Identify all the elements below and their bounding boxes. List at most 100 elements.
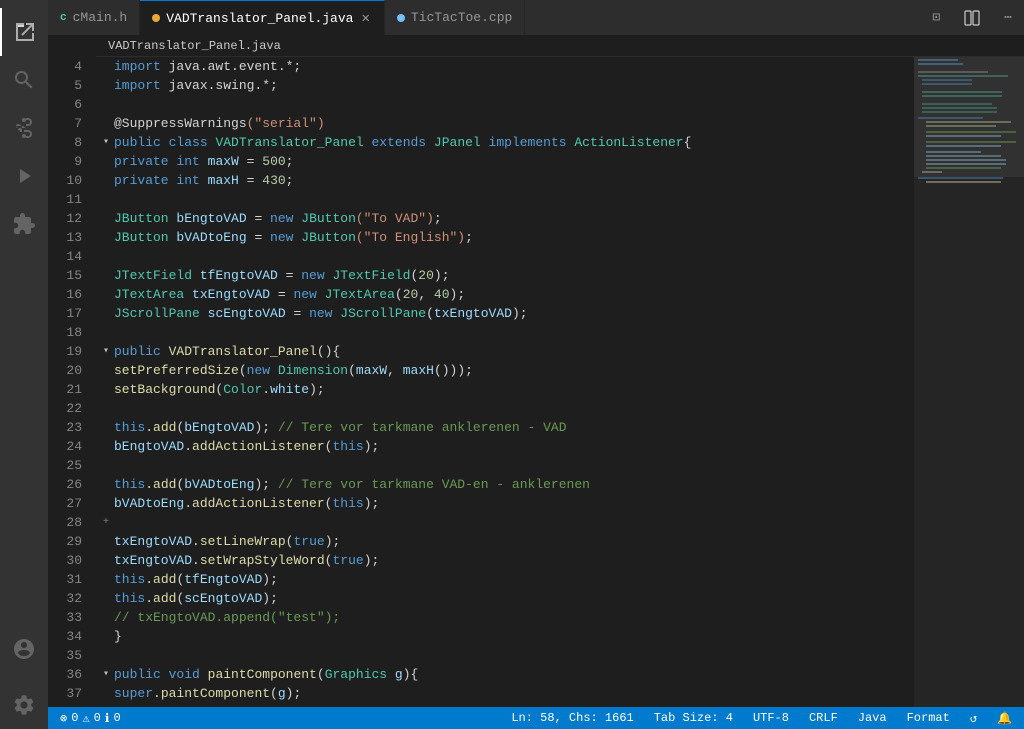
line-number: 14: [60, 247, 82, 266]
code-line: private int maxW = 500;: [98, 152, 914, 171]
token-punct: [161, 342, 169, 361]
token-punct: (: [395, 285, 403, 304]
line-number: 17: [60, 304, 82, 323]
code-line: import java.awt.event.*;: [98, 57, 914, 76]
tab-cMain[interactable]: c cMain.h: [48, 0, 140, 35]
position-text: Ln: 58, Chs: 1661: [511, 711, 633, 725]
token-var: bEngtoVAD: [176, 209, 246, 228]
token-punct: (: [239, 361, 247, 380]
more-actions-icon[interactable]: ⋯: [992, 0, 1024, 35]
activity-run[interactable]: [0, 152, 48, 200]
token-var: txEngtoVAD: [192, 285, 270, 304]
token-punct: );: [254, 418, 277, 437]
token-punct: ;: [286, 152, 294, 171]
activity-account[interactable]: [0, 625, 48, 673]
token-punct: (: [410, 266, 418, 285]
line-number: 16: [60, 285, 82, 304]
line-number: 33: [60, 608, 82, 627]
token-punct: ,: [387, 361, 403, 380]
token-str: ("serial"): [247, 114, 325, 133]
code-line: JButton bEngtoVAD = new JButton("To VAD"…: [98, 209, 914, 228]
token-kw: this: [114, 589, 145, 608]
token-fn: setPreferredSize: [114, 361, 239, 380]
token-punct: (: [176, 570, 184, 589]
token-kw: this: [332, 494, 363, 513]
token-punct: .: [184, 494, 192, 513]
token-punct: (){: [317, 342, 340, 361]
status-sync[interactable]: ↺: [966, 711, 981, 726]
token-punct: ){: [403, 665, 419, 684]
code-line: ▾public void paintComponent(Graphics g){: [98, 665, 914, 684]
fold-icon[interactable]: ▾: [98, 665, 114, 684]
token-kw: implements: [489, 133, 567, 152]
token-var: txEngtoVAD: [434, 304, 512, 323]
split-editor-icon[interactable]: [952, 0, 992, 35]
token-var: maxW: [208, 152, 239, 171]
status-language[interactable]: Java: [854, 711, 891, 725]
code-line: [98, 399, 914, 418]
token-kw: public: [114, 665, 161, 684]
token-fn: setLineWrap: [200, 532, 286, 551]
encoding-text: UTF-8: [753, 711, 789, 725]
token-punct: );: [309, 380, 325, 399]
activity-search[interactable]: [0, 56, 48, 104]
minimap[interactable]: [914, 57, 1024, 707]
token-punct: javax.swing.*;: [161, 76, 278, 95]
token-fn: VADTranslator_Panel: [169, 342, 317, 361]
token-var: txEngtoVAD: [114, 532, 192, 551]
token-num: 40: [434, 285, 450, 304]
remote-icon[interactable]: ⊡: [920, 0, 952, 35]
status-format[interactable]: Format: [903, 711, 954, 725]
token-punct: );: [325, 532, 341, 551]
activity-source-control[interactable]: [0, 104, 48, 152]
token-cls: Graphics: [325, 665, 387, 684]
token-punct: [426, 133, 434, 152]
tab-VADTranslator[interactable]: VADTranslator_Panel.java ✕: [140, 0, 385, 35]
tab-TicTacToe[interactable]: TicTacToe.cpp: [385, 0, 525, 35]
token-punct: [364, 133, 372, 152]
token-punct: );: [364, 551, 380, 570]
token-punct: );: [512, 304, 528, 323]
token-punct: .: [145, 475, 153, 494]
token-cls: JButton: [114, 228, 169, 247]
line-number: 35: [60, 646, 82, 665]
token-punct: [169, 152, 177, 171]
token-punct: java.awt.event.*;: [161, 57, 301, 76]
code-line: ▾public class VADTranslator_Panel extend…: [98, 133, 914, 152]
code-line: // txEngtoVAD.append("test");: [98, 608, 914, 627]
tab-close-button[interactable]: ✕: [359, 8, 371, 29]
token-str: ("To VAD"): [356, 209, 434, 228]
code-line: [98, 95, 914, 114]
line-number: 13: [60, 228, 82, 247]
status-position[interactable]: Ln: 58, Chs: 1661: [507, 711, 637, 725]
status-tab-size[interactable]: Tab Size: 4: [650, 711, 737, 725]
activity-extensions[interactable]: [0, 200, 48, 248]
token-fn: setWrapStyleWord: [200, 551, 325, 570]
token-cls: VADTranslator_Panel: [215, 133, 363, 152]
token-punct: .: [184, 437, 192, 456]
token-var: maxH: [208, 171, 239, 190]
token-punct: ;: [434, 209, 442, 228]
token-punct: [481, 133, 489, 152]
token-num: 20: [418, 266, 434, 285]
code-line: JTextField tfEngtoVAD = new JTextField(2…: [98, 266, 914, 285]
token-punct: =: [247, 228, 270, 247]
token-kw: int: [176, 171, 199, 190]
fold-icon[interactable]: ▾: [98, 342, 114, 361]
code-editor[interactable]: import java.awt.event.*;import javax.swi…: [90, 57, 914, 707]
status-encoding[interactable]: UTF-8: [749, 711, 793, 725]
token-punct: );: [450, 285, 466, 304]
token-punct: [184, 285, 192, 304]
status-errors[interactable]: ⊗ 0 ⚠ 0 ℹ 0: [56, 711, 125, 726]
activity-settings[interactable]: [0, 681, 48, 729]
token-kw: new: [270, 228, 293, 247]
token-punct: [200, 304, 208, 323]
tab-bar: c cMain.h VADTranslator_Panel.java ✕ Tic…: [48, 0, 1024, 35]
code-line: +: [98, 513, 914, 532]
status-bell[interactable]: 🔔: [993, 711, 1016, 726]
activity-explorer[interactable]: [0, 8, 48, 56]
token-punct: (: [176, 475, 184, 494]
status-line-ending[interactable]: CRLF: [805, 711, 842, 725]
code-line: [98, 646, 914, 665]
fold-icon[interactable]: ▾: [98, 133, 114, 152]
